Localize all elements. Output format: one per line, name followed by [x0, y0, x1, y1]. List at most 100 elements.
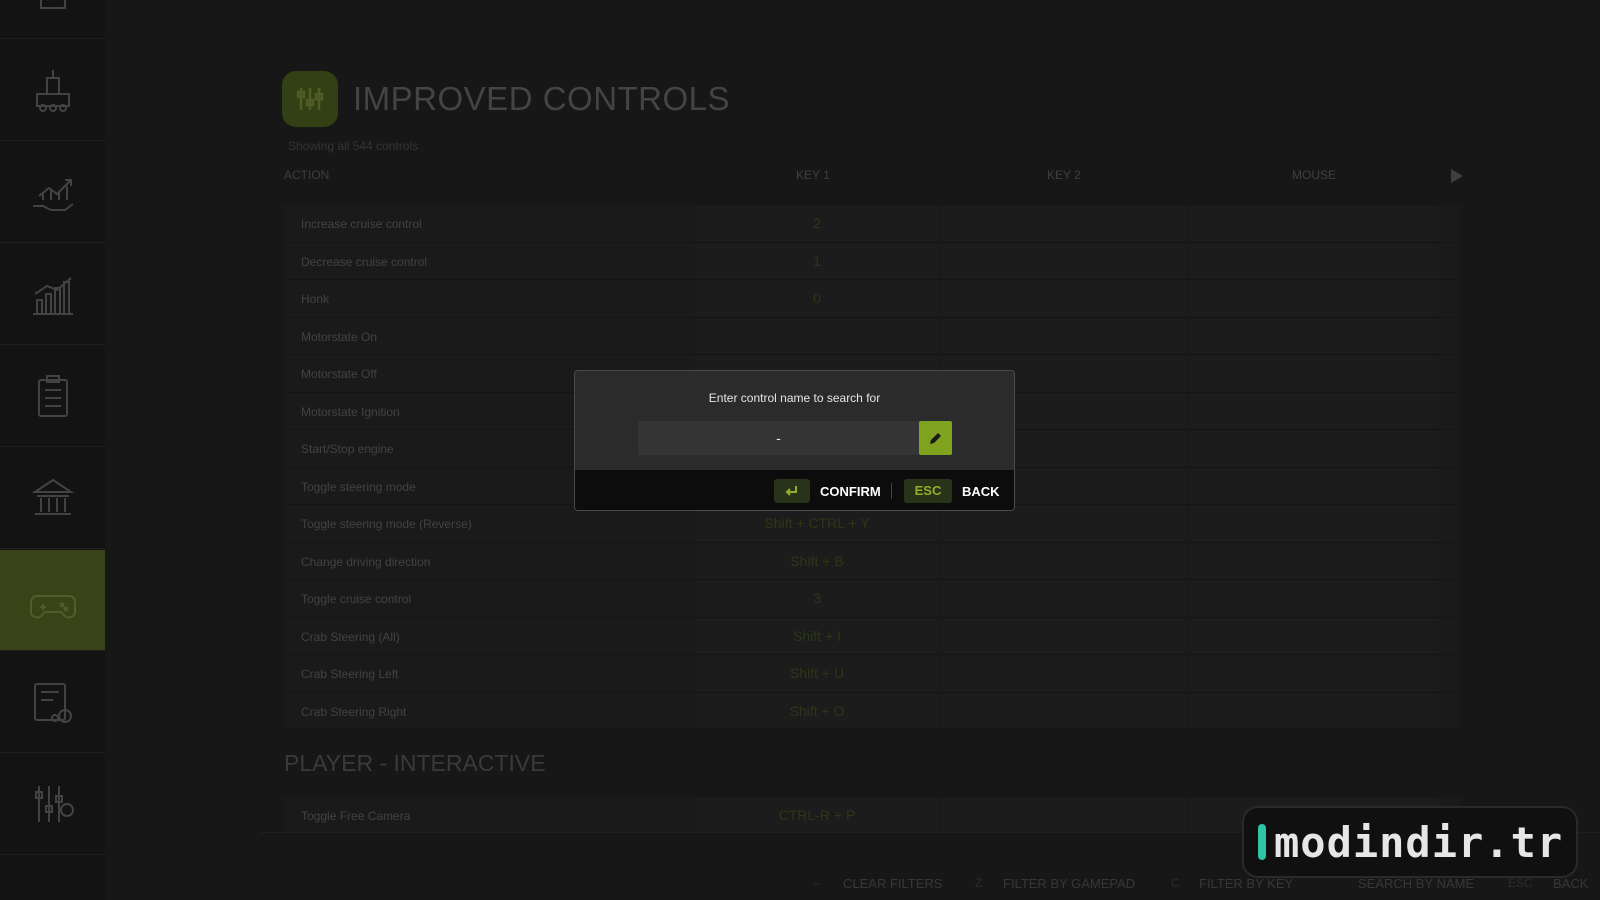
key1-cell[interactable]: Shift + O [695, 693, 939, 728]
key2-cell[interactable] [942, 693, 1186, 728]
mouse-cell[interactable] [1189, 618, 1439, 653]
table-row[interactable]: Motorstate On [284, 317, 1460, 355]
column-header-key1[interactable]: KEY 1 [796, 168, 830, 182]
row-action: Honk [301, 292, 330, 306]
table-row[interactable]: Decrease cruise control 1 [284, 242, 1460, 280]
key2-cell[interactable] [942, 543, 1186, 578]
bank-icon [31, 478, 74, 515]
confirm-button[interactable]: CONFIRM [820, 484, 881, 499]
filter-by-key-button[interactable]: FILTER BY KEY [1199, 876, 1293, 891]
vehicle-list-icon [33, 683, 72, 723]
page-logo [282, 71, 338, 127]
mouse-cell[interactable] [1189, 506, 1439, 541]
key1-cell[interactable]: Shift + U [695, 656, 939, 691]
key2-cell[interactable] [942, 506, 1186, 541]
key1-cell[interactable]: 0 [695, 281, 939, 316]
mouse-cell[interactable] [1189, 543, 1439, 578]
key2-cell[interactable] [942, 318, 1186, 353]
dialog-back-button[interactable]: BACK [962, 484, 1000, 499]
pencil-icon [929, 433, 941, 444]
sidebar-item-controls[interactable] [0, 550, 111, 651]
key2-cell[interactable] [942, 243, 1186, 278]
sidebar-item-bank[interactable] [0, 448, 105, 549]
row-action: Decrease cruise control [301, 254, 428, 269]
mouse-cell[interactable] [1189, 318, 1439, 353]
mouse-cell[interactable] [1189, 693, 1439, 728]
key2-cell[interactable] [942, 206, 1186, 241]
table-row[interactable]: Crab Steering (All) Shift + I [284, 617, 1460, 655]
dialog-footer: CONFIRM ESC BACK [575, 470, 1014, 510]
edit-button[interactable] [919, 421, 952, 455]
sidebar-item-finances[interactable] [0, 142, 105, 243]
search-input[interactable] [638, 421, 919, 455]
search-by-name-button[interactable]: SEARCH BY NAME [1358, 876, 1474, 891]
hint-key: Z [975, 876, 983, 890]
table-row[interactable]: Honk 0 [284, 280, 1460, 318]
sidebar [0, 0, 111, 900]
key2-cell[interactable] [942, 798, 1186, 833]
key1-cell[interactable]: 2 [695, 206, 939, 241]
table-row[interactable]: Increase cruise control 2 [284, 205, 1460, 243]
mouse-cell[interactable] [1189, 281, 1439, 316]
key2-cell[interactable] [942, 618, 1186, 653]
key1-value: Shift + B [790, 552, 844, 569]
key2-cell[interactable] [942, 656, 1186, 691]
row-action: Toggle steering mode (Reverse) [301, 517, 472, 531]
column-header-action[interactable]: ACTION [284, 168, 329, 182]
sidebar-item-crops[interactable] [0, 0, 105, 39]
key1-value: 3 [813, 590, 821, 606]
mouse-cell[interactable] [1189, 393, 1439, 428]
clear-filters-button[interactable]: CLEAR FILTERS [843, 876, 942, 891]
key1-cell[interactable]: Shift + CTRL + Y [695, 506, 939, 541]
row-action: Increase cruise control [301, 217, 422, 231]
mouse-cell[interactable] [1189, 468, 1439, 503]
crop-icon [39, 0, 66, 9]
mouse-cell[interactable] [1189, 581, 1439, 616]
sidebar-item-statistics[interactable] [0, 244, 105, 345]
key1-cell[interactable]: Shift + B [695, 543, 939, 578]
watermark-bar [1258, 824, 1266, 860]
mouse-cell[interactable] [1189, 431, 1439, 466]
sidebar-item-production[interactable] [0, 40, 105, 141]
back-button[interactable]: BACK [1553, 876, 1588, 891]
finance-hand-icon [32, 179, 74, 211]
table-row[interactable]: Toggle cruise control 3 [284, 580, 1460, 618]
section-title: PLAYER - INTERACTIVE [284, 750, 546, 776]
row-action: Toggle Free Camera [301, 809, 411, 823]
column-header-key2[interactable]: KEY 2 [1047, 168, 1081, 182]
search-dialog: Enter control name to search for CONFIRM… [574, 370, 1015, 511]
key1-cell[interactable]: 1 [695, 243, 939, 278]
row-action: Motorstate Ignition [301, 404, 400, 419]
row-action: Start/Stop engine [301, 442, 394, 456]
key1-value: Shift + I [793, 627, 841, 644]
filter-by-gamepad-button[interactable]: FILTER BY GAMEPAD [1003, 876, 1135, 891]
factory-icon [35, 70, 70, 112]
hint-key: ESC [1508, 876, 1533, 890]
mouse-cell[interactable] [1189, 356, 1439, 391]
settings-sliders-icon [34, 786, 74, 822]
sidebar-item-vehicles[interactable] [0, 652, 105, 753]
key2-cell[interactable] [942, 281, 1186, 316]
key2-cell[interactable] [942, 581, 1186, 616]
column-header-mouse[interactable]: MOUSE [1292, 168, 1336, 182]
table-row[interactable]: Crab Steering Left Shift + U [284, 655, 1460, 693]
key1-value: 2 [813, 215, 821, 231]
play-icon[interactable] [1451, 169, 1463, 183]
mouse-cell[interactable] [1189, 206, 1439, 241]
key1-cell[interactable]: CTRL-R + P [695, 798, 939, 833]
key1-cell[interactable]: 3 [695, 581, 939, 616]
controls-count: Showing all 544 controls [288, 139, 419, 153]
table-row[interactable]: Crab Steering Right Shift + O [284, 692, 1460, 730]
key1-value: Shift + U [789, 665, 845, 681]
watermark: modindir.tr [1242, 806, 1578, 878]
mouse-cell[interactable] [1189, 243, 1439, 278]
row-action: Motorstate Off [301, 367, 377, 381]
table-row[interactable]: Change driving direction Shift + B [284, 542, 1460, 580]
mouse-cell[interactable] [1189, 656, 1439, 691]
key1-cell[interactable]: Shift + I [695, 618, 939, 653]
sidebar-item-settings[interactable] [0, 754, 105, 855]
key1-cell[interactable] [695, 318, 939, 353]
row-action: Toggle cruise control [301, 592, 412, 606]
search-input-wrap [638, 421, 952, 455]
sidebar-item-contracts[interactable] [0, 346, 105, 447]
